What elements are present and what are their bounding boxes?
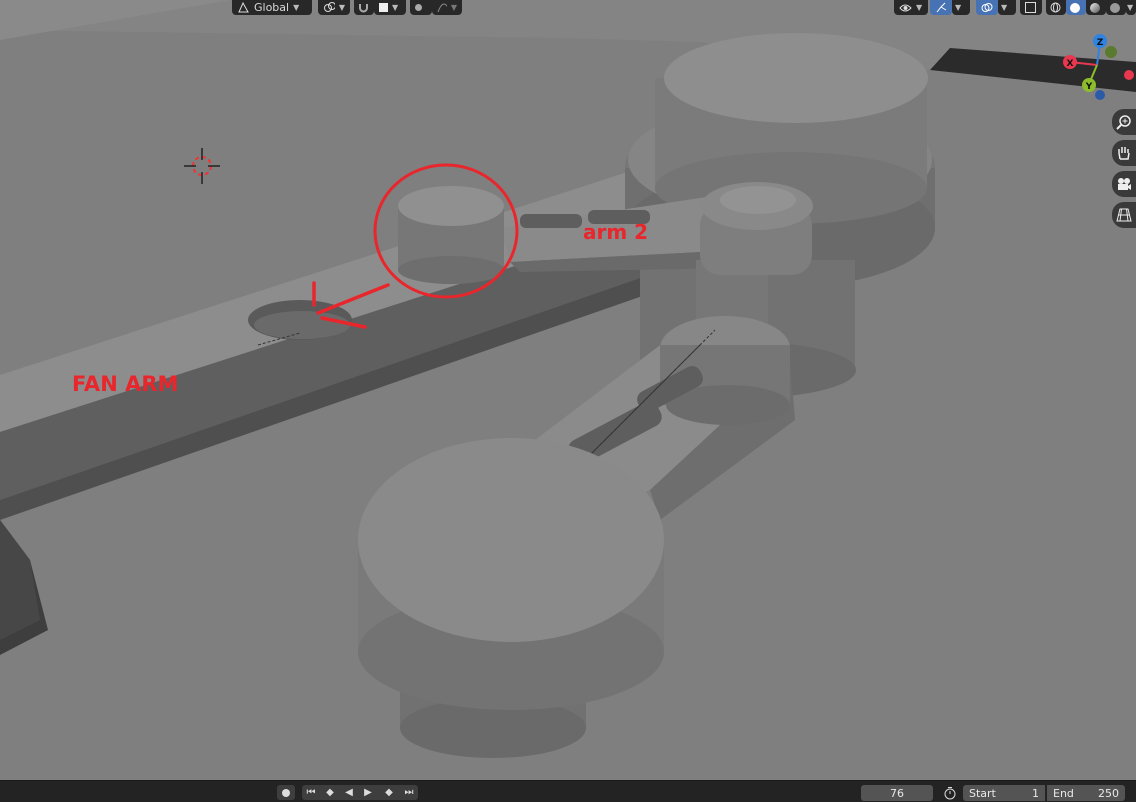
wireframe-shading-button[interactable]	[1046, 0, 1066, 15]
previous-keyframe-button[interactable]: ◆	[320, 785, 340, 800]
start-frame-field[interactable]: Start 1	[963, 785, 1045, 801]
gizmo-y-label: Y	[1085, 82, 1093, 92]
arm2-annotation-label: arm 2	[583, 220, 649, 244]
pivot-point-icon	[324, 2, 335, 12]
playback-timer-button[interactable]	[940, 785, 960, 800]
chevron-down-icon: ▼	[1127, 3, 1134, 12]
overlay-icon	[981, 3, 993, 12]
grid-view-icon	[1116, 208, 1132, 222]
proportional-editing-toggle[interactable]	[410, 0, 432, 15]
jump-to-end-button[interactable]: ⏭	[400, 785, 418, 800]
chevron-down-icon: ▼	[392, 3, 399, 12]
timeline-bar: ⏮ ◆ ◀ ▶ ◆ ⏭ 76 Start 1 End 250	[0, 780, 1136, 802]
camera-icon	[1118, 178, 1131, 190]
orientation-label: Global	[254, 1, 290, 14]
play-button[interactable]: ▶	[358, 785, 378, 800]
snap-square-icon	[379, 3, 388, 12]
chevron-down-icon: ▼	[916, 3, 923, 12]
solid-shading-icon	[1070, 2, 1080, 13]
chevron-down-icon: ▼	[955, 3, 962, 12]
jump-end-icon: ⏭	[404, 787, 414, 798]
play-reverse-icon: ◀	[345, 787, 353, 798]
xray-toggle[interactable]	[1020, 0, 1042, 15]
snap-toggle[interactable]	[354, 0, 374, 15]
start-value: 1	[1032, 786, 1039, 800]
chevron-down-icon: ▼	[450, 3, 457, 12]
material-shading-button[interactable]	[1086, 0, 1106, 15]
rendered-shading-button[interactable]	[1106, 0, 1126, 15]
pan-hand-icon	[1118, 147, 1130, 160]
visibility-dropdown[interactable]: ▼	[894, 0, 928, 15]
wireframe-shading-icon	[1050, 2, 1061, 13]
next-keyframe-button[interactable]: ◆	[378, 785, 400, 800]
overlay-toggle[interactable]	[976, 0, 998, 15]
current-frame-field[interactable]: 76	[861, 785, 933, 801]
end-label: End	[1053, 786, 1074, 800]
record-icon	[282, 788, 290, 797]
orthographic-toggle-button[interactable]	[1112, 202, 1136, 228]
gizmo-icon	[936, 2, 947, 13]
fan-arm-annotation-label: FAN ARM	[72, 372, 179, 396]
start-label: Start	[969, 786, 996, 800]
3d-viewport[interactable]: Z X Y Global ▼ ▼ ▼ ▼ ▼ ▼ ▼ ▼ arm 2 FAN A…	[0, 0, 1136, 780]
transform-orientation-dropdown[interactable]: Global ▼	[232, 0, 312, 15]
gizmo-z-label: Z	[1097, 38, 1104, 48]
pan-button[interactable]	[1112, 140, 1136, 166]
chevron-down-icon: ▼	[1001, 3, 1008, 12]
stopwatch-icon	[944, 786, 956, 799]
falloff-dropdown[interactable]: ▼	[432, 0, 462, 15]
pivot-point-dropdown[interactable]: ▼	[318, 0, 350, 15]
overlay-dropdown[interactable]: ▼	[998, 0, 1016, 15]
gizmo-toggle[interactable]	[930, 0, 952, 15]
current-frame-value: 76	[890, 786, 904, 800]
play-reverse-button[interactable]: ◀	[340, 785, 358, 800]
xray-icon	[1025, 2, 1036, 13]
end-frame-field[interactable]: End 250	[1047, 785, 1125, 801]
proportional-editing-icon	[415, 4, 422, 11]
next-keyframe-icon: ◆	[385, 787, 393, 798]
visibility-icon	[899, 4, 912, 12]
record-keyframe-button[interactable]	[277, 785, 295, 800]
transform-orientation-icon	[238, 2, 249, 13]
play-icon: ▶	[364, 787, 372, 798]
jump-start-icon: ⏮	[306, 787, 316, 798]
solid-shading-button[interactable]	[1066, 0, 1086, 15]
jump-to-start-button[interactable]: ⏮	[302, 785, 320, 800]
chevron-down-icon: ▼	[338, 3, 345, 12]
zoom-button[interactable]	[1112, 109, 1136, 135]
rendered-shading-icon	[1110, 2, 1120, 13]
gizmo-dropdown[interactable]: ▼	[952, 0, 970, 15]
shading-dropdown[interactable]: ▼	[1126, 0, 1136, 15]
zoom-icon	[1116, 115, 1131, 130]
falloff-curve-icon	[437, 3, 447, 13]
end-value: 250	[1098, 786, 1119, 800]
material-shading-icon	[1090, 2, 1100, 13]
chevron-down-icon: ▼	[293, 3, 300, 12]
camera-view-button[interactable]	[1112, 171, 1136, 197]
prev-keyframe-icon: ◆	[326, 787, 334, 798]
gizmo-x-label: X	[1067, 59, 1074, 69]
snap-magnet-icon	[359, 4, 368, 13]
snap-target-dropdown[interactable]: ▼	[374, 0, 406, 15]
